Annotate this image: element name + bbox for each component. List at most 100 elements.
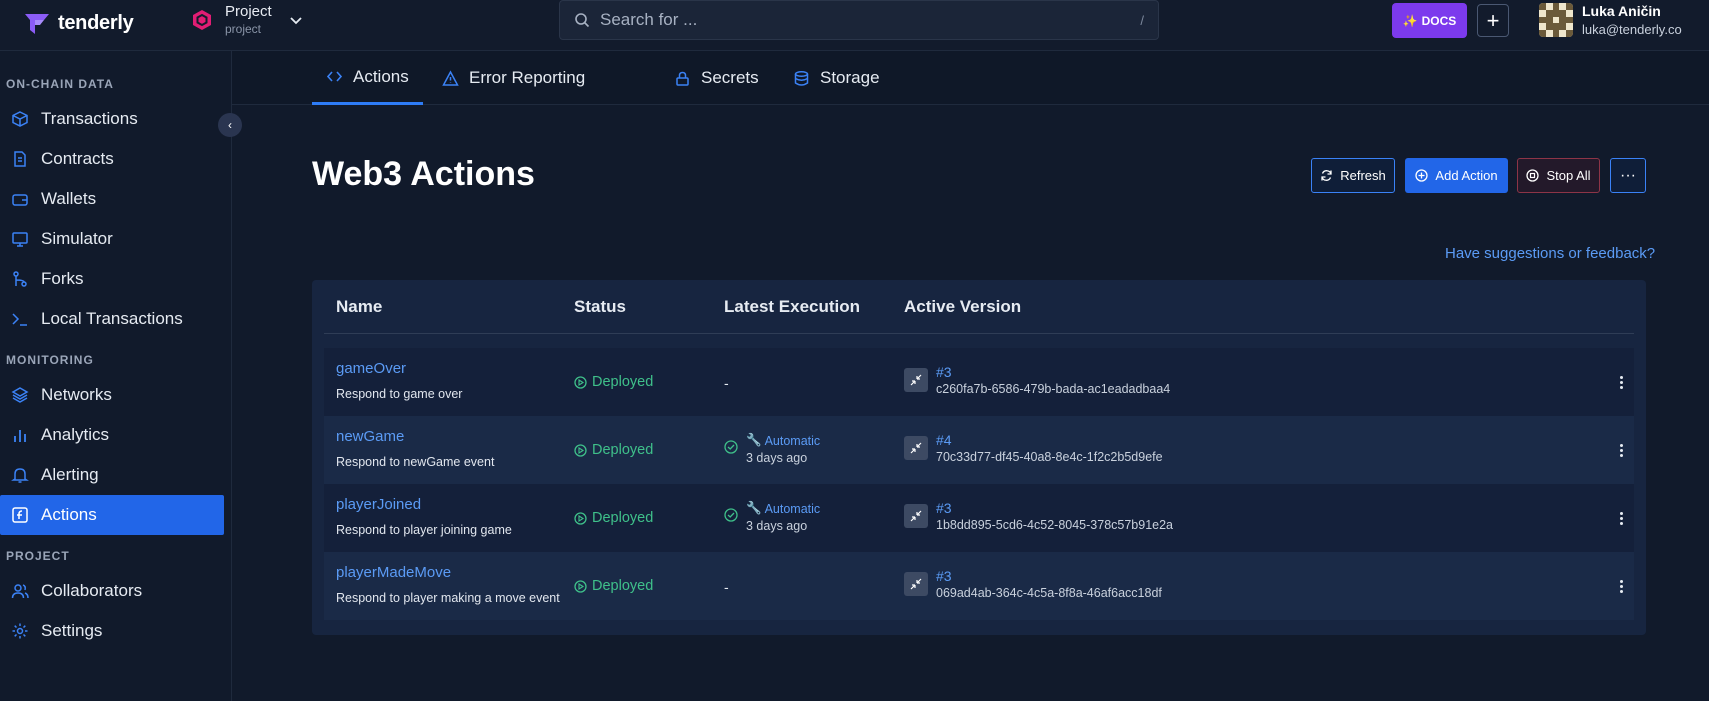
tab-bar: Actions Secrets Error Reporting Storage [232,51,1709,105]
sidebar-item-contracts[interactable]: Contracts [0,139,224,179]
sidebar-item-alerting[interactable]: Alerting [0,455,224,495]
play-circle-icon [574,511,587,525]
version-number[interactable]: #3 [936,568,1162,584]
table-row[interactable]: playerJoined Respond to player joining g… [324,484,1634,552]
row-menu-button[interactable] [1614,574,1628,598]
refresh-button[interactable]: Refresh [1311,158,1395,193]
sidebar-item-label: Wallets [41,189,97,208]
warning-icon [442,69,459,86]
sidebar-item-local-transactions[interactable]: Local Transactions [0,299,224,339]
execution-type: Automatic [764,501,821,516]
status-badge: Deployed [574,374,653,390]
compress-icon [910,578,922,590]
stop-all-button[interactable]: Stop All [1517,158,1600,193]
sidebar-item-label: Forks [41,269,84,288]
refresh-icon [1321,170,1332,181]
tab-storage[interactable]: Storage [779,51,894,105]
sidebar-item-label: Alerting [41,465,99,484]
monitor-icon [12,232,28,247]
search-shortcut: / [1140,12,1144,28]
latest-execution: 🔧 Automatic 3 days ago [724,501,820,533]
row-menu-button[interactable] [1614,438,1628,462]
more-options-button[interactable]: ··· [1610,158,1646,193]
status-label: Deployed [592,374,654,390]
gear-icon [12,623,28,639]
project-switcher[interactable]: Project project [191,3,304,36]
user-menu[interactable]: Luka Aničin luka@tenderly.co [1539,3,1682,37]
stop-all-label: Stop All [1546,168,1591,183]
search-input[interactable] [600,10,1141,30]
wrench-icon: 🔧 [746,433,762,447]
terminal-icon [12,313,27,326]
status-badge: Deployed [574,510,653,526]
section-title-monitoring: MONITORING [6,353,94,367]
feedback-link[interactable]: Have suggestions or feedback? [1445,245,1655,262]
column-header-status: Status [574,297,626,316]
brand-name: tenderly [58,11,134,34]
check-circle-icon [724,439,738,454]
tab-error-reporting[interactable]: Error Reporting [428,51,599,105]
chevron-down-icon [290,16,302,24]
sidebar-item-networks[interactable]: Networks [0,375,224,415]
version-number[interactable]: #4 [936,432,1163,448]
sidebar-item-actions[interactable]: Actions [0,495,224,535]
brand-logo[interactable]: tenderly [22,8,134,38]
tenderly-logo-icon [25,14,49,34]
tab-secrets[interactable]: Secrets [660,51,773,105]
row-menu-button[interactable] [1614,506,1628,530]
sidebar-item-settings[interactable]: Settings [0,611,224,651]
action-name-link[interactable]: newGame [336,428,494,445]
table-row[interactable]: gameOver Respond to game over Deployed -… [324,348,1634,416]
play-circle-icon [574,579,587,593]
tab-actions[interactable]: Actions [312,51,423,105]
compress-icon [910,374,922,386]
sidebar-item-wallets[interactable]: Wallets [0,179,224,219]
status-label: Deployed [592,442,654,458]
section-title-on-chain-data: ON-CHAIN DATA [6,77,114,91]
play-circle-icon [574,375,587,389]
action-name-link[interactable]: gameOver [336,360,462,377]
action-description: Respond to player joining game [336,523,512,537]
version-number[interactable]: #3 [936,500,1173,516]
layers-icon [11,387,29,403]
version-icon [904,436,928,460]
table-row[interactable]: playerMadeMove Respond to player making … [324,552,1634,620]
table-row[interactable]: newGame Respond to newGame event Deploye… [324,416,1634,484]
sidebar-item-transactions[interactable]: Transactions [0,99,224,139]
execution-type: Automatic [764,433,821,448]
fork-icon [13,271,27,287]
version-number[interactable]: #3 [936,364,1170,380]
sidebar-item-label: Contracts [41,149,114,168]
add-action-button[interactable]: Add Action [1405,158,1508,193]
document-icon [14,151,26,167]
sparkle-icon: ✨ [1402,13,1418,28]
sidebar-item-label: Transactions [41,109,138,128]
action-name-link[interactable]: playerMadeMove [336,564,560,581]
search-bar[interactable]: / [559,0,1159,40]
docs-label: DOCS [1421,13,1457,28]
page-title: Web3 Actions [312,155,535,193]
sidebar-item-analytics[interactable]: Analytics [0,415,224,455]
execution-time: 3 days ago [746,519,808,533]
tab-label: Secrets [701,68,759,87]
action-name-link[interactable]: playerJoined [336,496,512,513]
search-icon [575,13,590,28]
row-menu-button[interactable] [1614,370,1628,394]
lock-icon [676,71,689,86]
top-bar: tenderly Project project / ✨ DOCS + Luka… [0,0,1709,51]
sidebar-item-label: Settings [41,621,103,640]
collapse-sidebar-button[interactable]: ‹ [218,113,242,137]
sidebar-item-label: Collaborators [41,581,143,600]
sidebar-item-label: Actions [41,505,97,524]
user-name: Luka Aničin [1582,3,1661,19]
users-icon [11,584,29,599]
sidebar-item-simulator[interactable]: Simulator [0,219,224,259]
play-circle-icon [574,443,587,457]
docs-button[interactable]: ✨ DOCS [1392,3,1467,38]
status-badge: Deployed [574,578,653,594]
sidebar-item-forks[interactable]: Forks [0,259,224,299]
sidebar-item-collaborators[interactable]: Collaborators [0,571,224,611]
bar-chart-icon [14,430,26,442]
add-button[interactable]: + [1477,4,1509,37]
database-icon [794,70,809,86]
